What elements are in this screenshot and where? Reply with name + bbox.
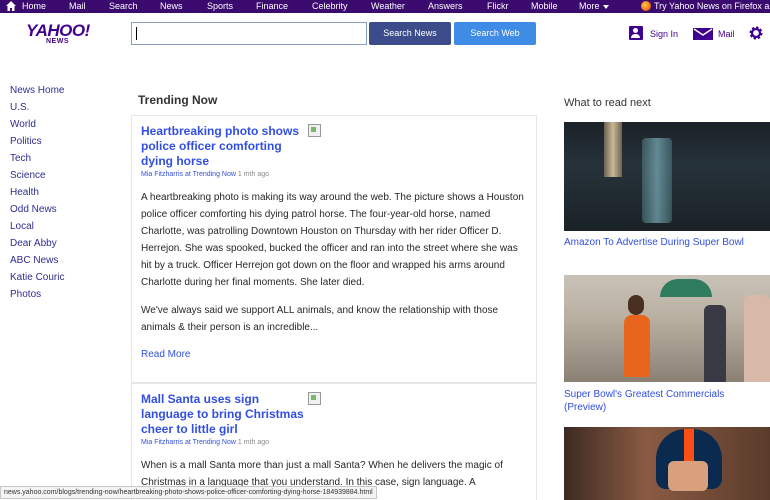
sign-in-link[interactable]: Sign In xyxy=(650,29,678,39)
rail-image-trophy[interactable] xyxy=(564,122,770,231)
rail-title: What to read next xyxy=(564,97,651,109)
topnav-home[interactable]: Home xyxy=(22,0,46,13)
top-nav-bar: Home Mail Search News Sports Finance Cel… xyxy=(0,0,770,13)
topnav-finance[interactable]: Finance xyxy=(256,0,288,13)
article-byline: Mia Fitzharris at Trending Now 1 mth ago xyxy=(141,171,269,178)
broken-image-icon xyxy=(308,392,321,405)
broken-image-icon xyxy=(308,124,321,137)
sidebar-item-dear-abby[interactable]: Dear Abby xyxy=(10,237,110,254)
article-age: 1 mth ago xyxy=(237,439,270,446)
topnav-flickr[interactable]: Flickr xyxy=(487,0,509,13)
face-shape xyxy=(668,461,708,491)
sidebar-item-abc-news[interactable]: ABC News xyxy=(10,254,110,271)
article-paragraph: We've always said we support ALL animals… xyxy=(141,305,499,333)
topnav-weather[interactable]: Weather xyxy=(371,0,405,13)
sidebar-item-news-home[interactable]: News Home xyxy=(10,84,110,101)
rail-image-football-player[interactable] xyxy=(564,427,770,500)
yahoo-news-logo[interactable]: YAHOO! NEWS xyxy=(26,21,90,45)
user-icon[interactable] xyxy=(629,26,643,40)
sidebar-item-health[interactable]: Health xyxy=(10,186,110,203)
person-head-shape xyxy=(628,295,644,315)
topnav-news[interactable]: News xyxy=(160,0,183,13)
sidebar-item-photos[interactable]: Photos xyxy=(10,288,110,305)
firefox-icon xyxy=(641,1,651,11)
section-title: Trending Now xyxy=(138,93,218,107)
mail-icon[interactable] xyxy=(693,28,713,40)
sidebar-item-local[interactable]: Local xyxy=(10,220,110,237)
sidebar-item-katie-couric[interactable]: Katie Couric xyxy=(10,271,110,288)
chevron-down-icon xyxy=(602,4,609,9)
topnav-answers[interactable]: Answers xyxy=(428,0,463,13)
gear-icon[interactable] xyxy=(748,25,764,41)
article-age: 1 mth ago xyxy=(237,171,270,178)
topnav-mobile[interactable]: Mobile xyxy=(531,0,558,13)
home-icon[interactable] xyxy=(6,1,16,11)
topnav-sports[interactable]: Sports xyxy=(207,0,233,13)
article-paragraph: A heartbreaking photo is making its way … xyxy=(141,192,524,288)
umbrella-shape xyxy=(660,279,712,297)
sidebar-item-world[interactable]: World xyxy=(10,118,110,135)
person-shape xyxy=(744,295,770,382)
rail-item-caption[interactable]: Amazon To Advertise During Super Bowl xyxy=(564,236,764,249)
sidebar-item-odd-news[interactable]: Odd News xyxy=(10,203,110,220)
article-headline[interactable]: Mall Santa uses sign language to bring C… xyxy=(141,392,311,437)
sidebar-item-politics[interactable]: Politics xyxy=(10,135,110,152)
search-web-button[interactable]: Search Web xyxy=(454,22,536,45)
article-byline: Mia Fitzharris at Trending Now 1 mth ago xyxy=(141,439,269,446)
mail-link[interactable]: Mail xyxy=(718,29,735,39)
rail-image-street-scene[interactable] xyxy=(564,275,770,382)
article-card: Heartbreaking photo shows police officer… xyxy=(131,115,537,383)
text-cursor xyxy=(136,27,137,40)
logo-sub: NEWS xyxy=(46,38,69,45)
article-card: Mall Santa uses sign language to bring C… xyxy=(131,383,537,500)
topnav-search[interactable]: Search xyxy=(109,0,138,13)
glass-display-shape xyxy=(642,138,672,223)
sidebar-item-science[interactable]: Science xyxy=(10,169,110,186)
search-input[interactable] xyxy=(131,22,367,45)
read-more-link[interactable]: Read More xyxy=(141,349,190,360)
person-shape xyxy=(704,305,726,382)
firefox-promo-link[interactable]: Try Yahoo News on Firefox a xyxy=(654,0,769,13)
orange-dress-shape xyxy=(624,315,650,377)
search-news-button[interactable]: Search News xyxy=(369,22,451,45)
browser-status-bar: news.yahoo.com/blogs/trending-now/heartb… xyxy=(0,486,377,499)
rail-item-caption[interactable]: Super Bowl's Greatest Commercials (Previ… xyxy=(564,388,764,414)
trophy-shape xyxy=(604,122,622,177)
topnav-more[interactable]: More xyxy=(579,0,609,13)
article-headline[interactable]: Heartbreaking photo shows police officer… xyxy=(141,124,301,169)
sidebar-item-tech[interactable]: Tech xyxy=(10,152,110,169)
sidebar-item-us[interactable]: U.S. xyxy=(10,101,110,118)
topnav-celebrity[interactable]: Celebrity xyxy=(312,0,348,13)
topnav-more-label: More xyxy=(579,1,600,11)
article-author[interactable]: Mia Fitzharris at Trending Now xyxy=(141,171,236,178)
topnav-mail[interactable]: Mail xyxy=(69,0,86,13)
sidebar-nav: News Home U.S. World Politics Tech Scien… xyxy=(10,84,110,305)
article-author[interactable]: Mia Fitzharris at Trending Now xyxy=(141,439,236,446)
